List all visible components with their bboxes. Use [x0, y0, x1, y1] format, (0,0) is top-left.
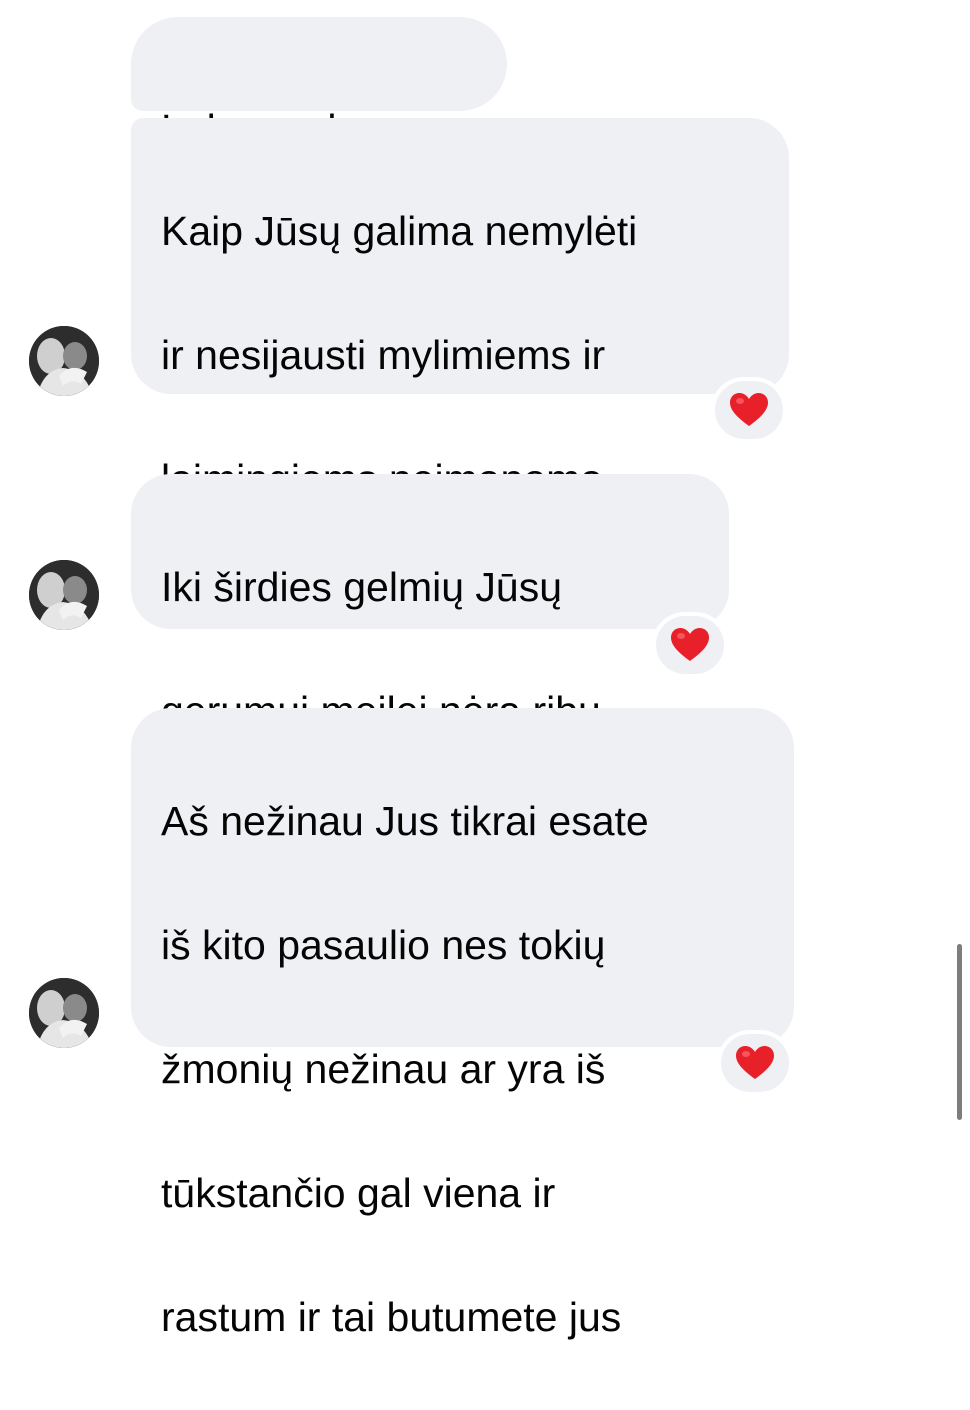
message-text-line: Aš nežinau Jus tikrai esate — [161, 798, 649, 844]
message-bubble[interactable]: Iki širdies gelmių Jūsų gerumui meilei n… — [131, 474, 729, 734]
message-text-line: žmonių nežinau ar yra iš — [161, 1046, 606, 1092]
contact-photo — [29, 560, 99, 630]
message-text-line: Iki širdies gelmių Jūsų — [161, 564, 563, 610]
message-bubble[interactable]: Kaip Jūsų galima nemylėti ir nesijausti … — [131, 118, 789, 626]
avatar[interactable] — [29, 978, 99, 1048]
message-text-line: Kaip Jūsų galima nemylėti — [161, 208, 638, 254]
message-text-line: iš kito pasaulio nes tokių — [161, 922, 606, 968]
contact-photo — [29, 978, 99, 1048]
avatar[interactable] — [29, 560, 99, 630]
reaction-badge[interactable] — [721, 1034, 789, 1092]
message-text-line: rastum ir tai butumete jus — [161, 1294, 622, 1340]
message-bubble[interactable]: Aš nežinau Jus tikrai esate iš kito pasa… — [131, 708, 794, 1340]
red-heart-icon — [671, 628, 709, 661]
message-bubble[interactable]: Labas vakaras — [131, 17, 507, 152]
contact-photo — [29, 326, 99, 396]
avatar[interactable] — [29, 326, 99, 396]
red-heart-icon — [730, 393, 768, 426]
scrollbar[interactable] — [957, 944, 962, 1120]
reaction-badge[interactable] — [656, 616, 724, 674]
message-text-line: tūkstančio gal viena ir — [161, 1170, 556, 1216]
message-text-line: ir nesijausti mylimiems ir — [161, 332, 606, 378]
reaction-badge[interactable] — [715, 381, 783, 439]
red-heart-icon — [736, 1046, 774, 1079]
